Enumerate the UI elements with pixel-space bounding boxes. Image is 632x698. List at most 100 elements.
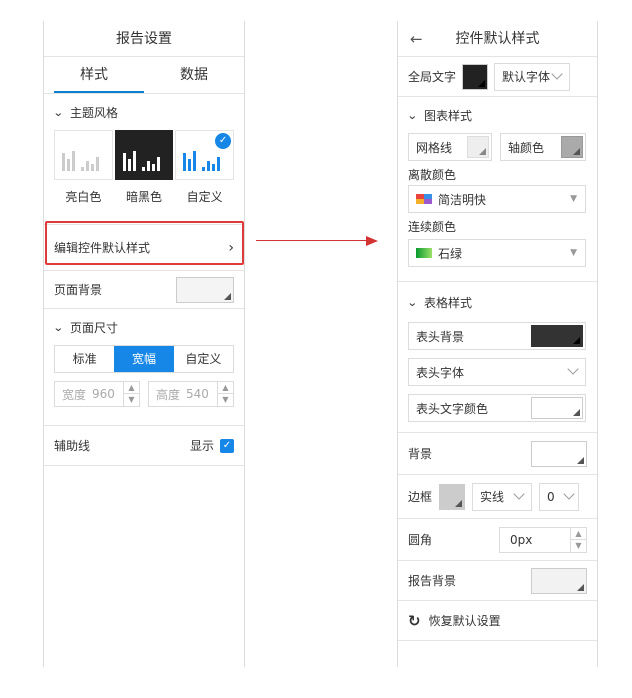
header-font-row: 表头字体 [398,358,597,386]
header-font-label: 表头字体 [416,365,465,380]
size-option-wide[interactable]: 宽幅 [114,346,174,372]
chevron-down-icon: ⌄ [52,320,64,334]
back-arrow-icon[interactable]: ← [410,21,423,57]
height-label: 高度 [156,387,181,402]
page-size-segmented: 标准 宽幅 自定义 [54,345,234,373]
radius-label: 圆角 [408,533,433,547]
report-bg-row: 报告背景 [398,561,597,601]
selected-check-icon: ✓ [215,133,232,149]
width-stepper-arrows: ▲ ▼ [123,382,139,406]
page-size-section: ⌄ 页面尺寸 标准 宽幅 自定义 宽度 960 ▲ ▼ 高度 540 ▲ ▼ [44,309,244,426]
global-text-row: 全局文字 默认字体 [398,57,597,97]
theme-light[interactable] [54,130,113,180]
corner-triangle-icon [577,456,584,464]
chevron-down-icon [567,363,579,376]
corner-triangle-icon [455,499,463,507]
table-style-title: 表格样式 [424,295,473,310]
header-font-select[interactable]: 表头字体 [408,358,586,386]
global-text-color-swatch[interactable] [462,63,489,90]
size-option-custom[interactable]: 自定义 [174,346,233,372]
chevron-down-icon [551,67,563,81]
discrete-color-select[interactable]: 简洁明快 ▼ [408,185,586,213]
continuous-color-label: 连续颜色 [408,219,457,234]
width-label: 宽度 [62,387,87,402]
tab-data[interactable]: 数据 [144,57,244,93]
decrement-icon[interactable]: ▼ [571,540,586,552]
panel-title: 控件默认样式 [455,31,540,47]
width-value: 960 [92,387,115,401]
guide-show-toggle[interactable]: 显示 ✓ [190,437,234,454]
header-text-color-row: 表头文字颜色 [398,394,597,422]
border-label: 边框 [408,490,433,504]
grid-line-button[interactable]: 网格线 [408,133,492,161]
background-swatch[interactable] [531,440,587,467]
continuous-color-label-row: 连续颜色 [398,213,597,239]
palette-icon [416,194,432,204]
chart-style-section: ⌄ 图表样式 网格线 轴颜色 离散颜色 简洁明快 ▼ 连续颜色 石绿 ▼ [398,97,597,282]
page-background-row: 页面背景 [44,271,244,309]
increment-icon[interactable]: ▲ [571,528,586,540]
height-value: 540 [186,387,209,401]
background-label: 背景 [408,447,433,461]
report-settings-panel: 报告设置 样式 数据 ⌄ 主题风格 ✓ 亮白色 暗黑色 自定义 编辑控件默认样式… [43,21,245,667]
chart-style-header[interactable]: ⌄ 图表样式 [398,97,597,133]
active-tab-indicator [54,91,144,93]
page-background-label: 页面背景 [54,283,103,297]
grid-line-swatch [467,136,489,158]
chevron-down-icon [513,487,525,501]
bar-chart-icon [122,151,160,171]
header-bg-label: 表头背景 [416,329,465,344]
table-style-header[interactable]: ⌄ 表格样式 [398,282,597,322]
border-width-select[interactable]: 0 [539,482,580,511]
theme-options: ✓ [44,130,244,182]
theme-section-title: 主题风格 [70,105,119,120]
discrete-color-label: 离散颜色 [408,167,457,182]
border-style-select[interactable]: 实线 [472,482,533,511]
chevron-down-icon [563,487,575,501]
tab-style[interactable]: 样式 [44,57,144,93]
radius-stepper[interactable]: 0px ▲ ▼ [499,526,587,553]
global-font-select[interactable]: 默认字体 [494,62,571,91]
reset-row[interactable]: ↻ 恢复默认设置 [398,601,597,641]
theme-custom[interactable]: ✓ [175,130,235,180]
header-bg-swatch [531,325,583,347]
header-text-color-swatch [531,397,583,419]
border-row: 边框 实线 0 [398,475,597,519]
border-style-value: 实线 [480,490,505,504]
header-text-color-button[interactable]: 表头文字颜色 [408,394,586,422]
discrete-color-row: 简洁明快 ▼ [398,185,597,213]
axis-color-button[interactable]: 轴颜色 [500,133,586,161]
theme-dark[interactable] [114,130,174,180]
border-width-value: 0 [547,489,555,504]
page-size-header[interactable]: ⌄ 页面尺寸 [44,309,244,345]
header-bg-button[interactable]: 表头背景 [408,322,586,350]
checkbox-checked-icon[interactable]: ✓ [220,438,234,453]
bar-chart-icon [183,151,221,171]
page-size-title: 页面尺寸 [70,320,119,335]
size-option-standard[interactable]: 标准 [55,346,114,372]
highlight-box [45,221,244,265]
decrement-icon[interactable]: ▼ [124,394,139,406]
arrow-head-icon [366,236,378,246]
height-stepper[interactable]: 高度 540 ▲ ▼ [148,381,234,407]
continuous-color-select[interactable]: 石绿 ▼ [408,239,586,267]
table-style-section: ⌄ 表格样式 表头背景 表头字体 表头文字颜色 [398,282,597,433]
chevron-down-icon: ⌄ [406,295,418,309]
width-stepper[interactable]: 宽度 960 ▲ ▼ [54,381,140,407]
corner-triangle-icon [577,583,584,591]
chart-style-title: 图表样式 [424,108,473,123]
increment-icon[interactable]: ▲ [218,382,233,394]
report-bg-swatch[interactable] [531,567,587,594]
theme-label-dark: 暗黑色 [126,189,163,204]
reset-label: 恢复默认设置 [428,614,501,628]
reset-icon: ↻ [408,611,421,630]
page-background-swatch[interactable] [176,276,234,303]
decrement-icon[interactable]: ▼ [218,394,233,406]
radius-value: 0px [510,532,533,547]
discrete-color-value: 简洁明快 [438,192,487,207]
increment-icon[interactable]: ▲ [124,382,139,394]
axis-color-swatch [561,136,583,158]
border-color-swatch[interactable] [439,483,466,510]
global-text-label: 全局文字 [408,70,457,84]
theme-section-header[interactable]: ⌄ 主题风格 [44,94,244,130]
